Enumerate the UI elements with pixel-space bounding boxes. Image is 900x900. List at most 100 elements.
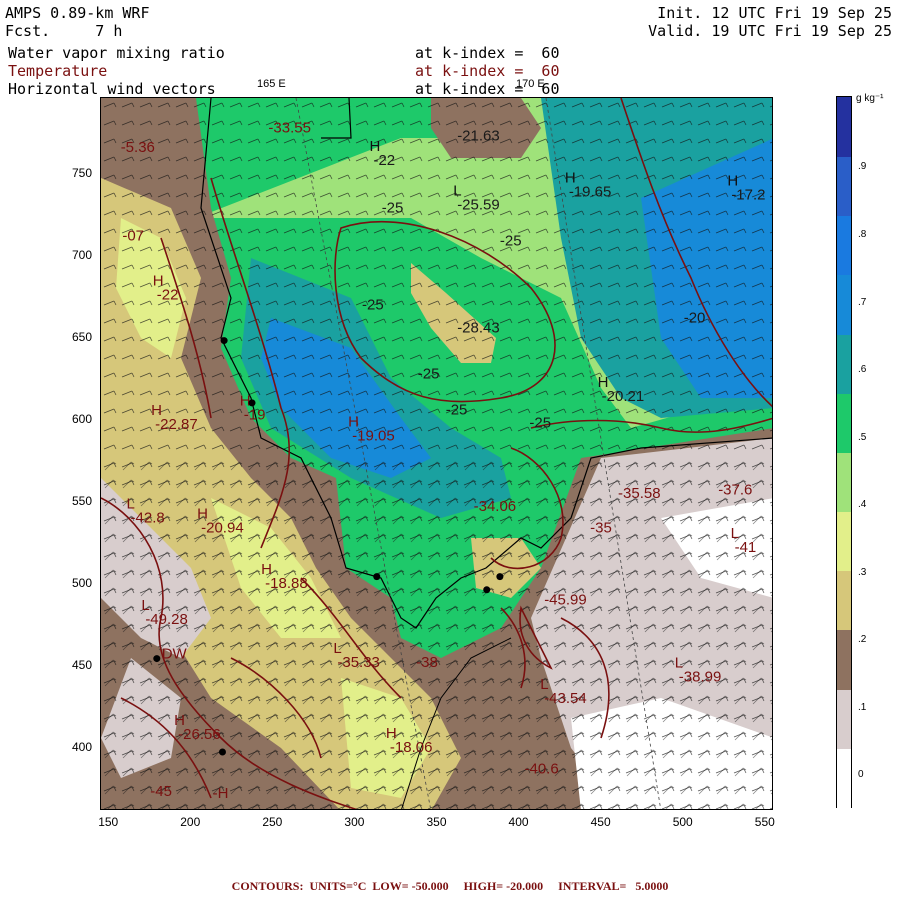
temperature-label: -25 (362, 296, 384, 313)
temperature-label: -19.65 (569, 183, 612, 200)
temperature-label: -17.2 (731, 187, 765, 204)
station-marker (218, 748, 226, 756)
weather-map-svg: -33.55H-22-21.63L-25.59-25-25H-19.65H-17… (101, 98, 772, 809)
temperature-label: -33.55 (268, 119, 311, 136)
colorbar-segment (837, 511, 851, 572)
station-marker (483, 586, 491, 594)
x-tick-label: 550 (754, 815, 775, 829)
x-tick-label: 350 (426, 815, 447, 829)
temperature-label: -20.21 (602, 388, 645, 405)
temperature-label: -25 (382, 200, 404, 217)
field-name-wind: Horizontal wind vectors (8, 80, 216, 98)
temperature-label: -22 (373, 152, 395, 169)
temperature-label: -49.28 (145, 611, 188, 628)
temperature-label: -20 (684, 310, 706, 327)
colorbar-segment (837, 570, 851, 631)
longitude-label-165e: 165 E (257, 78, 286, 90)
colorbar-segment (837, 629, 851, 690)
colorbar-segment (837, 156, 851, 217)
temperature-label: -35.33 (337, 654, 380, 671)
longitude-label-170e: 170 E (516, 78, 545, 90)
station-marker (496, 573, 504, 581)
temperature-label: -41 (735, 539, 757, 556)
temperature-label: -38.99 (679, 669, 722, 686)
colorbar (836, 96, 852, 808)
colorbar-segment (837, 747, 851, 808)
temperature-label: -22.87 (155, 416, 198, 433)
y-tick-label: 600 (71, 411, 92, 426)
temperature-label: -19 (244, 406, 266, 423)
temperature-label: -45.99 (544, 591, 587, 608)
field-level-mixing-ratio: at k-index = 60 (415, 44, 560, 62)
contour-info: CONTOURS: UNITS=°C LOW= -50.000 HIGH= -2… (231, 879, 669, 893)
y-tick-label: 500 (71, 575, 92, 590)
y-tick-label: 400 (71, 739, 92, 754)
colorbar-tick-label: .6 (858, 364, 867, 375)
weather-map: -33.55 H -22 -21.63 L -25.59 -25 -25 H -19.65 H -17… (100, 97, 773, 810)
temperature-label: -26.56 (178, 726, 221, 743)
temperature-label: -28.43 (457, 319, 500, 336)
x-tick-label: 300 (344, 815, 365, 829)
colorbar-segment (837, 274, 851, 335)
colorbar-tick-label: .2 (858, 634, 867, 645)
temperature-label: -07 (122, 228, 144, 245)
x-tick-label: 250 (262, 815, 283, 829)
x-tick-label: 400 (508, 815, 529, 829)
temperature-label: -25 (446, 401, 468, 418)
temperature-label: -25 (500, 233, 522, 250)
temperature-label: -20.94 (201, 519, 244, 536)
y-tick-label: 700 (71, 247, 92, 262)
temperature-label: -34.06 (474, 498, 517, 515)
colorbar-tick-label: 0 (858, 769, 864, 780)
temperature-label: -37.6 (718, 482, 752, 499)
x-tick-label: 150 (98, 815, 119, 829)
colorbar-segment (837, 392, 851, 453)
station-marker (220, 337, 228, 345)
valid-time: Valid. 19 UTC Fri 19 Sep 25 (648, 22, 892, 40)
station-marker (373, 573, 381, 581)
forecast-hour: Fcst. 7 h (5, 22, 123, 40)
y-tick-label: 550 (71, 493, 92, 508)
temperature-label: DW (162, 646, 188, 663)
temperature-label: -35.58 (618, 485, 661, 502)
colorbar-tick-label: .5 (858, 432, 867, 443)
colorbar-tick-label: .1 (858, 702, 867, 713)
colorbar-segment (837, 97, 851, 157)
x-tick-label: 450 (590, 815, 611, 829)
temperature-label: -38 (416, 654, 438, 671)
colorbar-segment (837, 688, 851, 749)
station-marker (153, 655, 161, 663)
temperature-label: -21.63 (457, 128, 500, 145)
x-tick-label: 500 (672, 815, 693, 829)
y-tick-label: 650 (71, 329, 92, 344)
colorbar-tick-label: .7 (858, 297, 867, 308)
colorbar-unit: g kg⁻¹ (856, 93, 884, 104)
init-time: Init. 12 UTC Fri 19 Sep 25 (657, 4, 892, 22)
temperature-label: -45 (150, 783, 172, 800)
x-tick-label: 200 (180, 815, 201, 829)
temperature-label: -42.8 (131, 510, 165, 527)
colorbar-tick-label: .3 (858, 567, 867, 578)
colorbar-tick-label: .4 (858, 499, 867, 510)
temperature-label: -43.54 (544, 690, 587, 707)
field-name-temperature: Temperature (8, 62, 108, 80)
colorbar-segment (837, 215, 851, 276)
temperature-label: -22 (157, 287, 179, 304)
temperature-label: -18.06 (390, 739, 433, 756)
model-title: AMPS 0.89-km WRF (5, 4, 150, 22)
station-marker (248, 399, 256, 407)
temperature-label: -5.36 (121, 139, 155, 156)
temperature-label: -25 (529, 414, 551, 431)
temperature-label: -18.88 (265, 575, 308, 592)
colorbar-tick-label: .9 (858, 161, 867, 172)
temperature-label: -19.05 (352, 428, 395, 445)
colorbar-segment (837, 333, 851, 394)
temperature-label: -40.6 (524, 760, 558, 777)
temperature-label: -25 (418, 365, 440, 382)
y-tick-label: 750 (71, 166, 92, 181)
colorbar-tick-label: .8 (858, 229, 867, 240)
y-tick-label: 450 (71, 657, 92, 672)
colorbar-segment (837, 452, 851, 512)
temperature-label: -25.59 (457, 196, 500, 213)
temperature-label: -35 (590, 519, 612, 536)
